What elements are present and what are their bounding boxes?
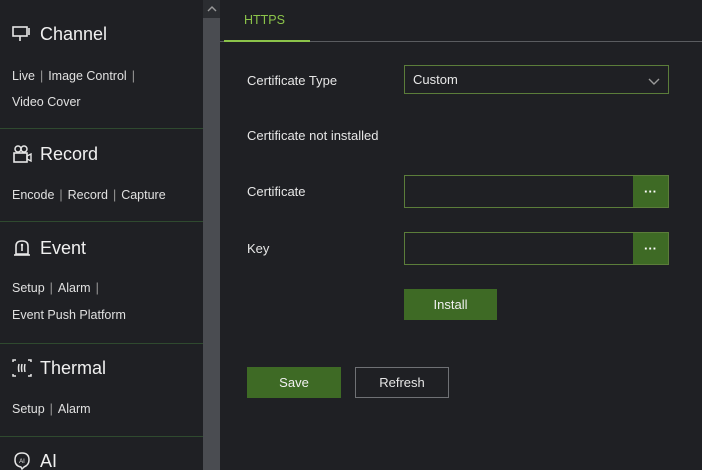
section-title-record: Record [40,143,99,164]
sidebar-link-live[interactable]: Live [12,69,35,83]
ai-icon: AI [11,450,33,470]
scroll-up-icon[interactable] [203,0,220,18]
key-browse-button[interactable]: ··· [633,233,668,264]
sublinks-row: Encode | Record | Capture [12,188,166,202]
certificate-browse-button[interactable]: ··· [633,176,668,207]
section-title-event: Event [40,237,87,258]
install-button[interactable]: Install [404,289,497,320]
tab-bar: HTTPS [220,0,702,42]
sublinks-row: Setup | Alarm [12,402,91,416]
sidebar-link-capture[interactable]: Capture [121,188,165,202]
sidebar-scrollbar[interactable] [203,0,220,470]
alarm-icon [11,237,33,259]
sublinks-row: Setup | Alarm | [12,281,99,295]
section-header-event[interactable]: Event [11,236,86,260]
certificate-field: ··· [404,175,669,208]
monitor-icon [11,23,33,45]
key-field: ··· [404,232,669,265]
sidebar-link-image-control[interactable]: Image Control [48,69,127,83]
sublinks-row: Event Push Platform [12,308,126,322]
save-button[interactable]: Save [247,367,341,398]
section-header-record[interactable]: Record [11,142,98,166]
svg-text:AI: AI [19,459,25,465]
certificate-label: Certificate [247,184,306,199]
certificate-input[interactable] [405,176,635,207]
sidebar-link-setup[interactable]: Setup [12,281,45,295]
key-input[interactable] [405,233,635,264]
certificate-type-label: Certificate Type [247,73,338,88]
certificate-status-text: Certificate not installed [247,128,379,143]
sublinks-row: Video Cover [12,95,81,109]
refresh-button[interactable]: Refresh [355,367,449,398]
certificate-type-select[interactable]: Custom [404,65,669,94]
section-title-thermal: Thermal [40,357,107,378]
sidebar-link-event-push-platform[interactable]: Event Push Platform [12,308,126,322]
sidebar-link-video-cover[interactable]: Video Cover [12,95,81,109]
main-panel: HTTPS Certificate Type Custom Certificat… [220,0,702,470]
camera-recorder-icon [11,143,33,165]
key-label: Key [247,241,270,256]
divider [0,343,203,344]
sidebar-link-alarm[interactable]: Alarm [58,402,91,416]
section-header-thermal[interactable]: Thermal [11,356,106,380]
section-header-ai[interactable]: AI AI [11,449,57,470]
sublinks-row: Live | Image Control | [12,69,135,83]
divider [0,128,203,129]
sidebar-link-alarm[interactable]: Alarm [58,281,91,295]
section-title-channel: Channel [40,23,108,44]
sidebar-link-encode[interactable]: Encode [12,188,54,202]
scrollbar-thumb[interactable] [203,18,220,470]
section-title-ai: AI [40,450,58,470]
sidebar-link-record[interactable]: Record [68,188,108,202]
thermal-icon [11,357,33,379]
divider [0,221,203,222]
divider [0,436,203,437]
certificate-type-value: Custom [413,72,458,87]
section-header-channel[interactable]: Channel [11,22,107,46]
sidebar: Channel Live | Image Control | Video Cover … [0,0,203,470]
sidebar-link-setup[interactable]: Setup [12,402,45,416]
chevron-down-icon [648,74,660,89]
tab-https[interactable]: HTTPS [224,0,310,42]
